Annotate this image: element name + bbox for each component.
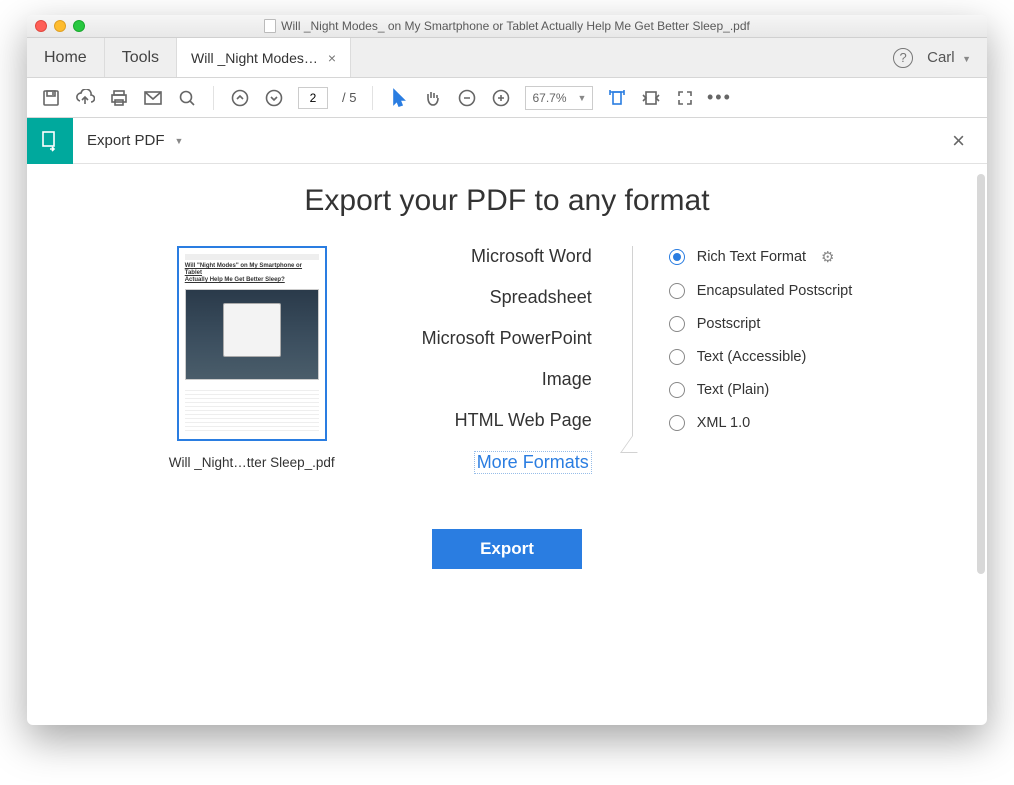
format-options: Rich Text Format ⚙ Encapsulated Postscri… (632, 246, 853, 439)
page-down-icon[interactable] (264, 88, 284, 108)
user-menu[interactable]: Carl ▼ (927, 49, 971, 67)
search-icon[interactable] (177, 88, 197, 108)
category-more-formats[interactable]: More Formats (474, 451, 592, 474)
option-text-accessible[interactable]: Text (Accessible) (669, 349, 853, 365)
user-label: Carl (927, 49, 955, 66)
zoom-value: 67.7% (532, 91, 566, 105)
gear-icon[interactable]: ⚙ (821, 248, 834, 266)
category-image[interactable]: Image (542, 369, 592, 390)
document-thumbnail[interactable]: Will "Night Modes" on My Smartphone or T… (177, 246, 327, 441)
more-tools-icon[interactable]: ••• (709, 88, 729, 108)
chevron-down-icon: ▼ (962, 54, 971, 64)
option-label: Encapsulated Postscript (697, 283, 853, 299)
category-spreadsheet[interactable]: Spreadsheet (490, 287, 592, 308)
tab-tools[interactable]: Tools (105, 38, 177, 77)
page-heading: Export your PDF to any format (304, 184, 709, 218)
panel-title: Export PDF (87, 132, 165, 149)
document-icon (264, 19, 276, 33)
radio-icon (669, 249, 685, 265)
radio-icon (669, 316, 685, 332)
zoom-in-icon[interactable] (491, 88, 511, 108)
panel-close-icon[interactable]: × (930, 128, 987, 154)
thumb-title-line2: Actually Help Me Get Better Sleep? (185, 277, 319, 284)
format-categories: Microsoft Word Spreadsheet Microsoft Pow… (382, 246, 592, 474)
option-label: Postscript (697, 316, 761, 332)
chevron-down-icon: ▼ (578, 93, 587, 103)
fullscreen-icon[interactable] (675, 88, 695, 108)
zoom-out-icon[interactable] (457, 88, 477, 108)
tab-document[interactable]: Will _Night Modes… × (177, 38, 351, 77)
help-icon[interactable]: ? (893, 48, 913, 68)
fit-page-icon[interactable] (641, 88, 661, 108)
radio-icon (669, 415, 685, 431)
export-panel-bar: Export PDF ▼ × (27, 118, 987, 164)
option-label: XML 1.0 (697, 415, 750, 431)
option-eps[interactable]: Encapsulated Postscript (669, 283, 853, 299)
tab-home[interactable]: Home (27, 38, 105, 77)
radio-icon (669, 283, 685, 299)
tab-document-label: Will _Night Modes… (191, 50, 318, 66)
option-xml[interactable]: XML 1.0 (669, 415, 853, 431)
option-label: Rich Text Format (697, 249, 806, 265)
toolbar: / 5 67.7% ▼ ••• (27, 78, 987, 118)
export-button[interactable]: Export (432, 529, 582, 569)
app-window: Will _Night Modes_ on My Smartphone or T… (27, 15, 987, 725)
page-up-icon[interactable] (230, 88, 250, 108)
window-title: Will _Night Modes_ on My Smartphone or T… (281, 19, 750, 33)
thumbnail-filename: Will _Night…tter Sleep_.pdf (169, 455, 335, 470)
select-tool-icon[interactable] (389, 88, 409, 108)
option-text-plain[interactable]: Text (Plain) (669, 382, 853, 398)
option-postscript[interactable]: Postscript (669, 316, 853, 332)
option-rtf[interactable]: Rich Text Format ⚙ (669, 248, 853, 266)
option-label: Text (Accessible) (697, 349, 807, 365)
chevron-down-icon: ▼ (175, 136, 184, 146)
main-tabs: Home Tools Will _Night Modes… × ? Carl ▼ (27, 38, 987, 78)
save-icon[interactable] (41, 88, 61, 108)
export-pdf-icon (27, 118, 73, 164)
print-icon[interactable] (109, 88, 129, 108)
titlebar: Will _Night Modes_ on My Smartphone or T… (27, 15, 987, 38)
option-label: Text (Plain) (697, 382, 770, 398)
page-number-input[interactable] (298, 87, 328, 109)
cloud-upload-icon[interactable] (75, 88, 95, 108)
fit-width-icon[interactable] (607, 88, 627, 108)
radio-icon (669, 382, 685, 398)
export-pdf-dropdown[interactable]: Export PDF ▼ (73, 132, 197, 149)
category-word[interactable]: Microsoft Word (471, 246, 592, 267)
radio-icon (669, 349, 685, 365)
page-count: / 5 (342, 90, 356, 105)
scrollbar[interactable] (977, 174, 985, 574)
category-powerpoint[interactable]: Microsoft PowerPoint (422, 328, 592, 349)
tab-close-icon[interactable]: × (328, 50, 336, 66)
thumb-title-line1: Will "Night Modes" on My Smartphone or T… (185, 263, 319, 277)
content-area: Export your PDF to any format Will "Nigh… (27, 164, 987, 725)
zoom-dropdown[interactable]: 67.7% ▼ (525, 86, 593, 110)
email-icon[interactable] (143, 88, 163, 108)
pan-tool-icon[interactable] (423, 88, 443, 108)
category-html[interactable]: HTML Web Page (455, 410, 592, 431)
